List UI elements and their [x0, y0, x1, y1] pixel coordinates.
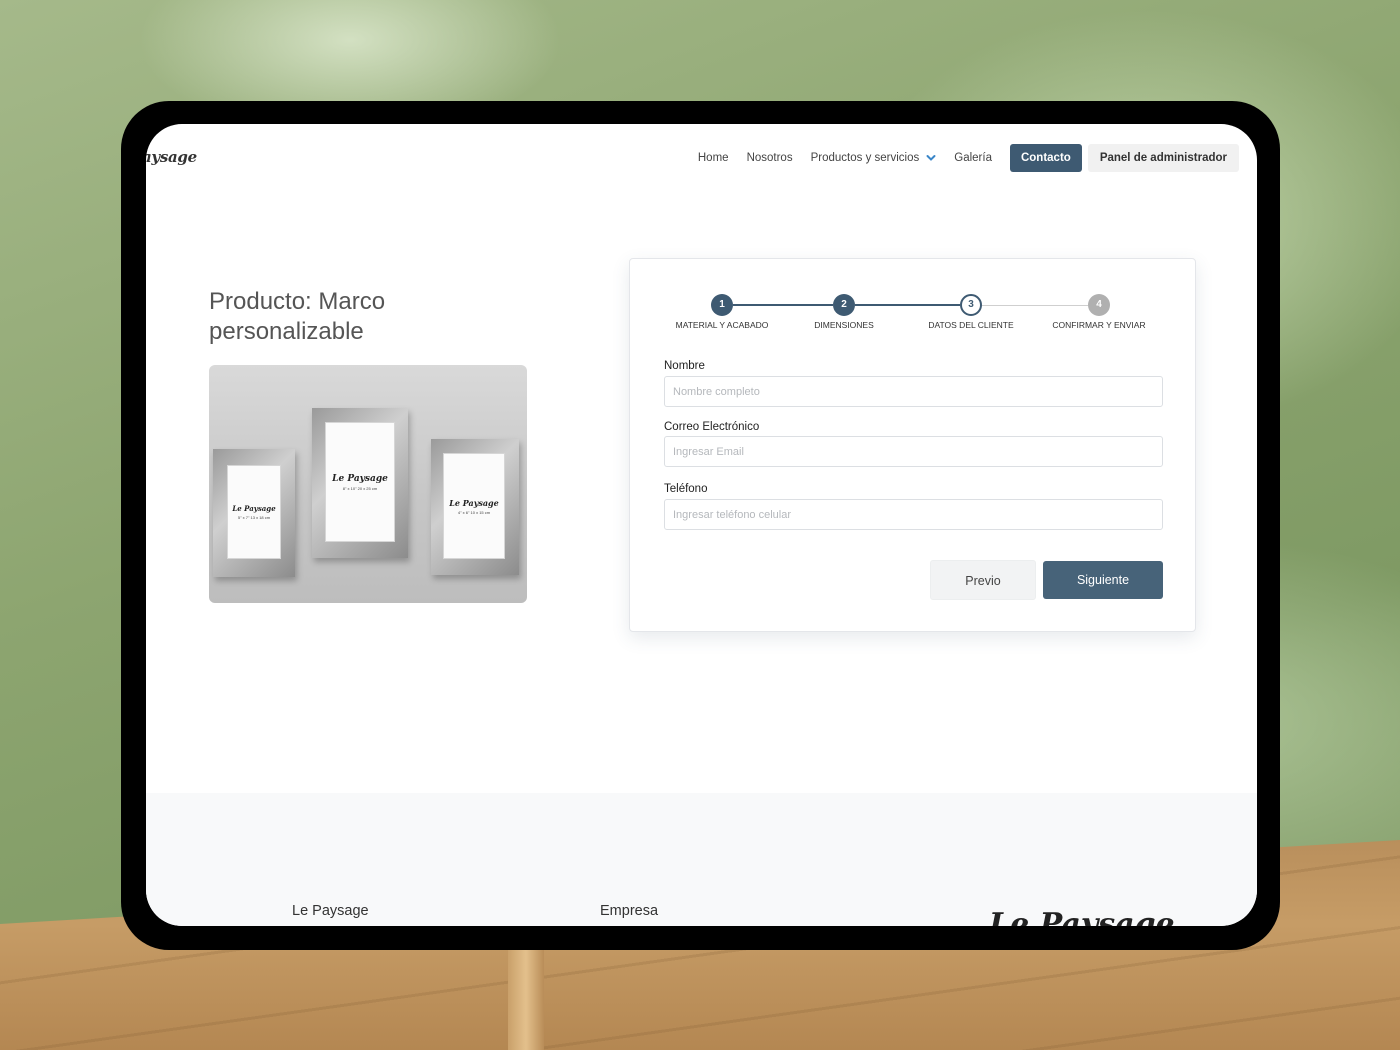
admin-panel-button[interactable]: Panel de administrador: [1087, 144, 1239, 172]
background-pole: [508, 940, 544, 1050]
nav-link-productos-label: Productos y servicios: [810, 152, 920, 164]
step-connector: [733, 304, 833, 306]
nav-link-galeria[interactable]: Galería: [954, 152, 992, 164]
nav-link-home[interactable]: Home: [698, 152, 729, 164]
next-button[interactable]: Siguiente: [1043, 561, 1163, 599]
site-logo[interactable]: aysage: [146, 148, 197, 166]
name-input[interactable]: [664, 376, 1163, 407]
progress-stepper: 1 2 3 4 MATERIAL Y ACABADO DIMENSIONES D…: [630, 259, 1197, 339]
product-image-frame-small: Le Paysage 5" x 7" 13 x 18 cm: [213, 449, 295, 577]
step-1-label: MATERIAL Y ACABADO: [675, 320, 769, 330]
phone-input[interactable]: [664, 499, 1163, 530]
tablet-screen: aysage Home Nosotros Productos y servici…: [146, 124, 1257, 926]
footer: Le Paysage Empresa Le Paysage: [146, 793, 1257, 926]
footer-logo: Le Paysage: [989, 907, 1175, 926]
footer-col-empresa: Empresa: [600, 903, 659, 919]
step-connector: [982, 305, 1088, 306]
nav-link-nosotros[interactable]: Nosotros: [747, 152, 793, 164]
top-navbar: aysage Home Nosotros Productos y servici…: [146, 124, 1257, 192]
product-title: Producto: Marco personalizable: [209, 288, 386, 345]
nav-link-productos[interactable]: Productos y servicios: [811, 152, 937, 164]
footer-col-le-paysage: Le Paysage: [292, 903, 369, 919]
phone-label: Teléfono: [664, 483, 708, 495]
step-connector: [855, 304, 960, 306]
nav-links: Home Nosotros Productos y servicios Gale…: [698, 144, 1239, 172]
previous-button[interactable]: Previo: [930, 560, 1036, 600]
step-2-circle: 2: [833, 294, 855, 316]
step-4-circle: 4: [1088, 294, 1110, 316]
step-2-label: DIMENSIONES: [814, 320, 874, 330]
chevron-down-icon: [926, 155, 936, 161]
step-3-circle: 3: [960, 294, 982, 316]
product-image-frame-medium: Le Paysage 4" x 6" 10 x 15 cm: [431, 439, 519, 575]
name-label: Nombre: [664, 360, 705, 372]
step-3-label: DATOS DEL CLIENTE: [928, 320, 1014, 330]
order-form-card: 1 2 3 4 MATERIAL Y ACABADO DIMENSIONES D…: [629, 258, 1196, 632]
product-image-frame-large: Le Paysage 8" x 10" 20 x 25 cm: [312, 408, 408, 558]
contact-button[interactable]: Contacto: [1009, 144, 1082, 172]
step-4-label: CONFIRMAR Y ENVIAR: [1052, 320, 1146, 330]
product-image: Le Paysage 5" x 7" 13 x 18 cm Le Paysage…: [209, 365, 527, 603]
step-1-circle: 1: [711, 294, 733, 316]
email-label: Correo Electrónico: [664, 421, 760, 433]
email-input[interactable]: [664, 436, 1163, 467]
